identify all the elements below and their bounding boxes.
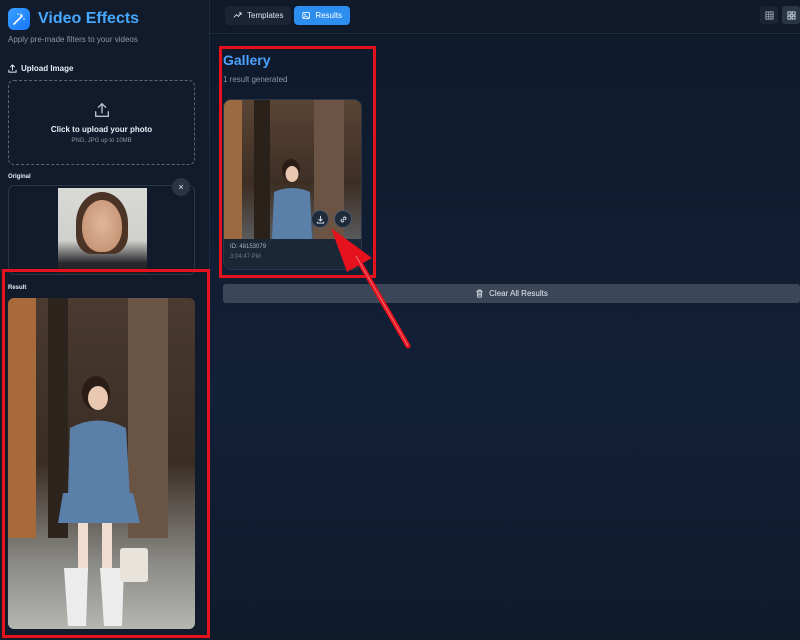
red-arrow-annotation <box>331 228 411 349</box>
